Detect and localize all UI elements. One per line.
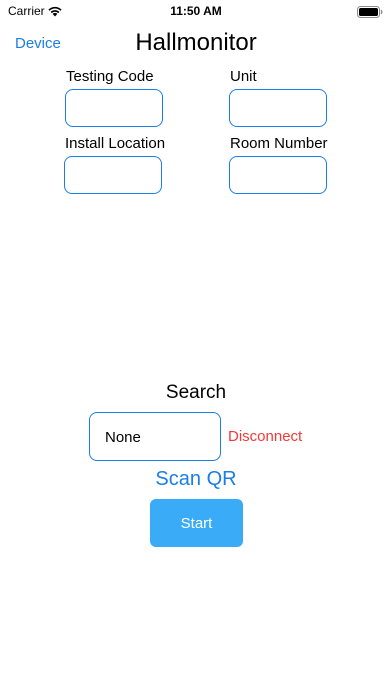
testing-code-field[interactable] [65,89,163,127]
testing-code-label: Testing Code [66,68,154,85]
unit-field[interactable] [229,89,327,127]
unit-label: Unit [230,68,257,85]
search-value: None [105,429,141,446]
start-button[interactable]: Start [150,499,243,547]
device-search-field[interactable]: None [89,412,221,461]
install-location-label: Install Location [65,135,166,152]
status-time: 11:50 AM [170,4,222,18]
app-screen: Carrier 11:50 AM Device Hallmonitor Test… [0,0,392,696]
battery-icon [357,5,383,23]
install-location-field[interactable] [64,156,162,194]
disconnect-button[interactable]: Disconnect [228,428,302,445]
room-number-label: Room Number [230,135,328,152]
status-bar: Carrier 11:50 AM [0,0,392,22]
scan-qr-button[interactable]: Scan QR [0,468,392,491]
page-title: Hallmonitor [135,29,257,56]
search-label: Search [165,382,227,403]
room-number-field[interactable] [229,156,327,194]
